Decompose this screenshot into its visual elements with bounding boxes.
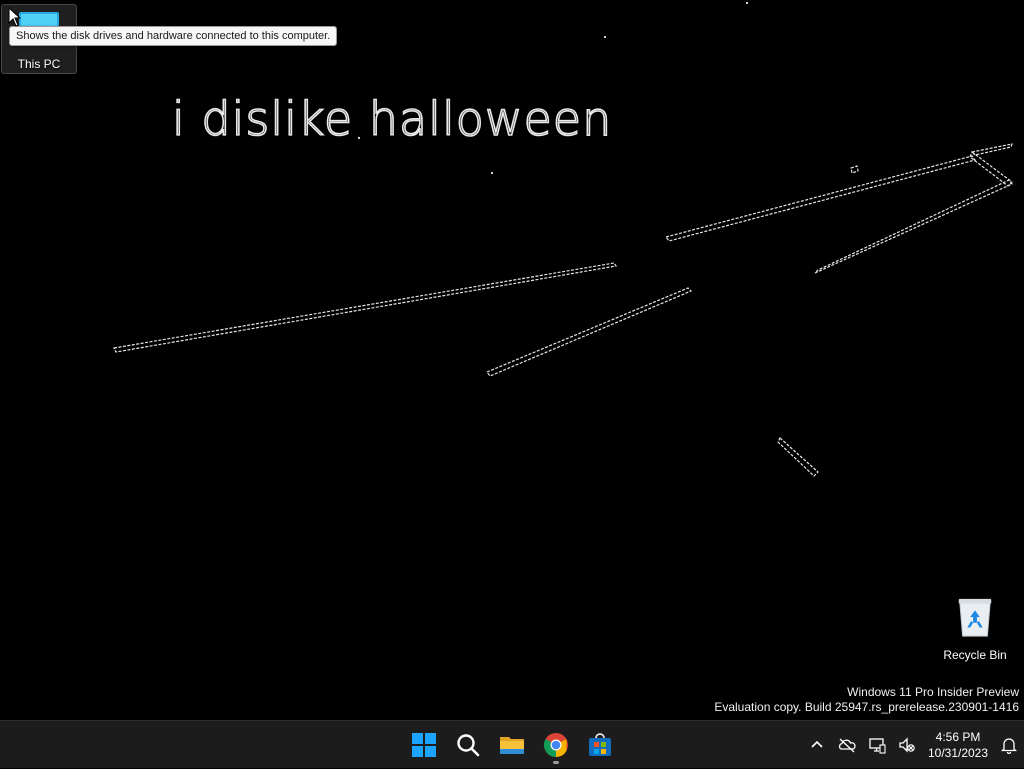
clock[interactable]: 4:56 PM 10/31/2023 bbox=[922, 729, 994, 761]
search-icon bbox=[457, 734, 480, 757]
show-hidden-icons-button[interactable] bbox=[802, 721, 832, 769]
onedrive-button[interactable] bbox=[832, 721, 862, 769]
recycle-bin-icon bbox=[958, 598, 992, 637]
windows-start-icon bbox=[412, 733, 436, 757]
microsoft-store-button[interactable] bbox=[578, 725, 622, 765]
clock-date: 10/31/2023 bbox=[927, 746, 989, 760]
desktop-icon-label: Recycle Bin bbox=[943, 648, 1007, 662]
file-explorer-button[interactable] bbox=[490, 725, 534, 765]
running-indicator bbox=[553, 761, 559, 764]
watermark-edition: Windows 11 Pro Insider Preview bbox=[847, 685, 1019, 699]
taskbar: 4:56 PM 10/31/2023 bbox=[0, 720, 1024, 768]
desktop-icon-recycle-bin[interactable]: Recycle Bin bbox=[937, 592, 1013, 662]
start-button[interactable] bbox=[402, 725, 446, 765]
chrome-button[interactable] bbox=[534, 725, 578, 765]
watermark-build: Evaluation copy. Build 25947.rs_prerelea… bbox=[714, 700, 1019, 714]
desktop[interactable]: i dislike halloween This PC Recycle Bin … bbox=[0, 0, 1024, 720]
tooltip: Shows the disk drives and hardware conne… bbox=[9, 26, 338, 46]
search-button[interactable] bbox=[446, 725, 490, 765]
onedrive-icon bbox=[838, 738, 856, 753]
desktop-icon-label: This PC bbox=[17, 57, 61, 71]
network-icon bbox=[869, 738, 886, 754]
mouse-cursor-icon bbox=[8, 7, 22, 27]
network-button[interactable] bbox=[862, 721, 892, 769]
windows-watermark: Windows 11 Pro Insider Preview Evaluatio… bbox=[714, 685, 1019, 715]
notification-bell-icon bbox=[1000, 738, 1018, 754]
volume-muted-icon bbox=[899, 737, 915, 753]
wallpaper-text: i dislike halloween bbox=[171, 91, 613, 147]
folder-icon bbox=[500, 737, 524, 754]
clock-time: 4:56 PM bbox=[935, 730, 981, 744]
taskbar-apps bbox=[402, 721, 622, 769]
notifications-button[interactable] bbox=[994, 721, 1024, 769]
chevron-up-icon bbox=[811, 740, 823, 748]
chrome-icon bbox=[543, 733, 568, 757]
system-tray: 4:56 PM 10/31/2023 bbox=[802, 721, 1024, 769]
store-icon bbox=[589, 733, 611, 756]
volume-button[interactable] bbox=[892, 721, 922, 769]
